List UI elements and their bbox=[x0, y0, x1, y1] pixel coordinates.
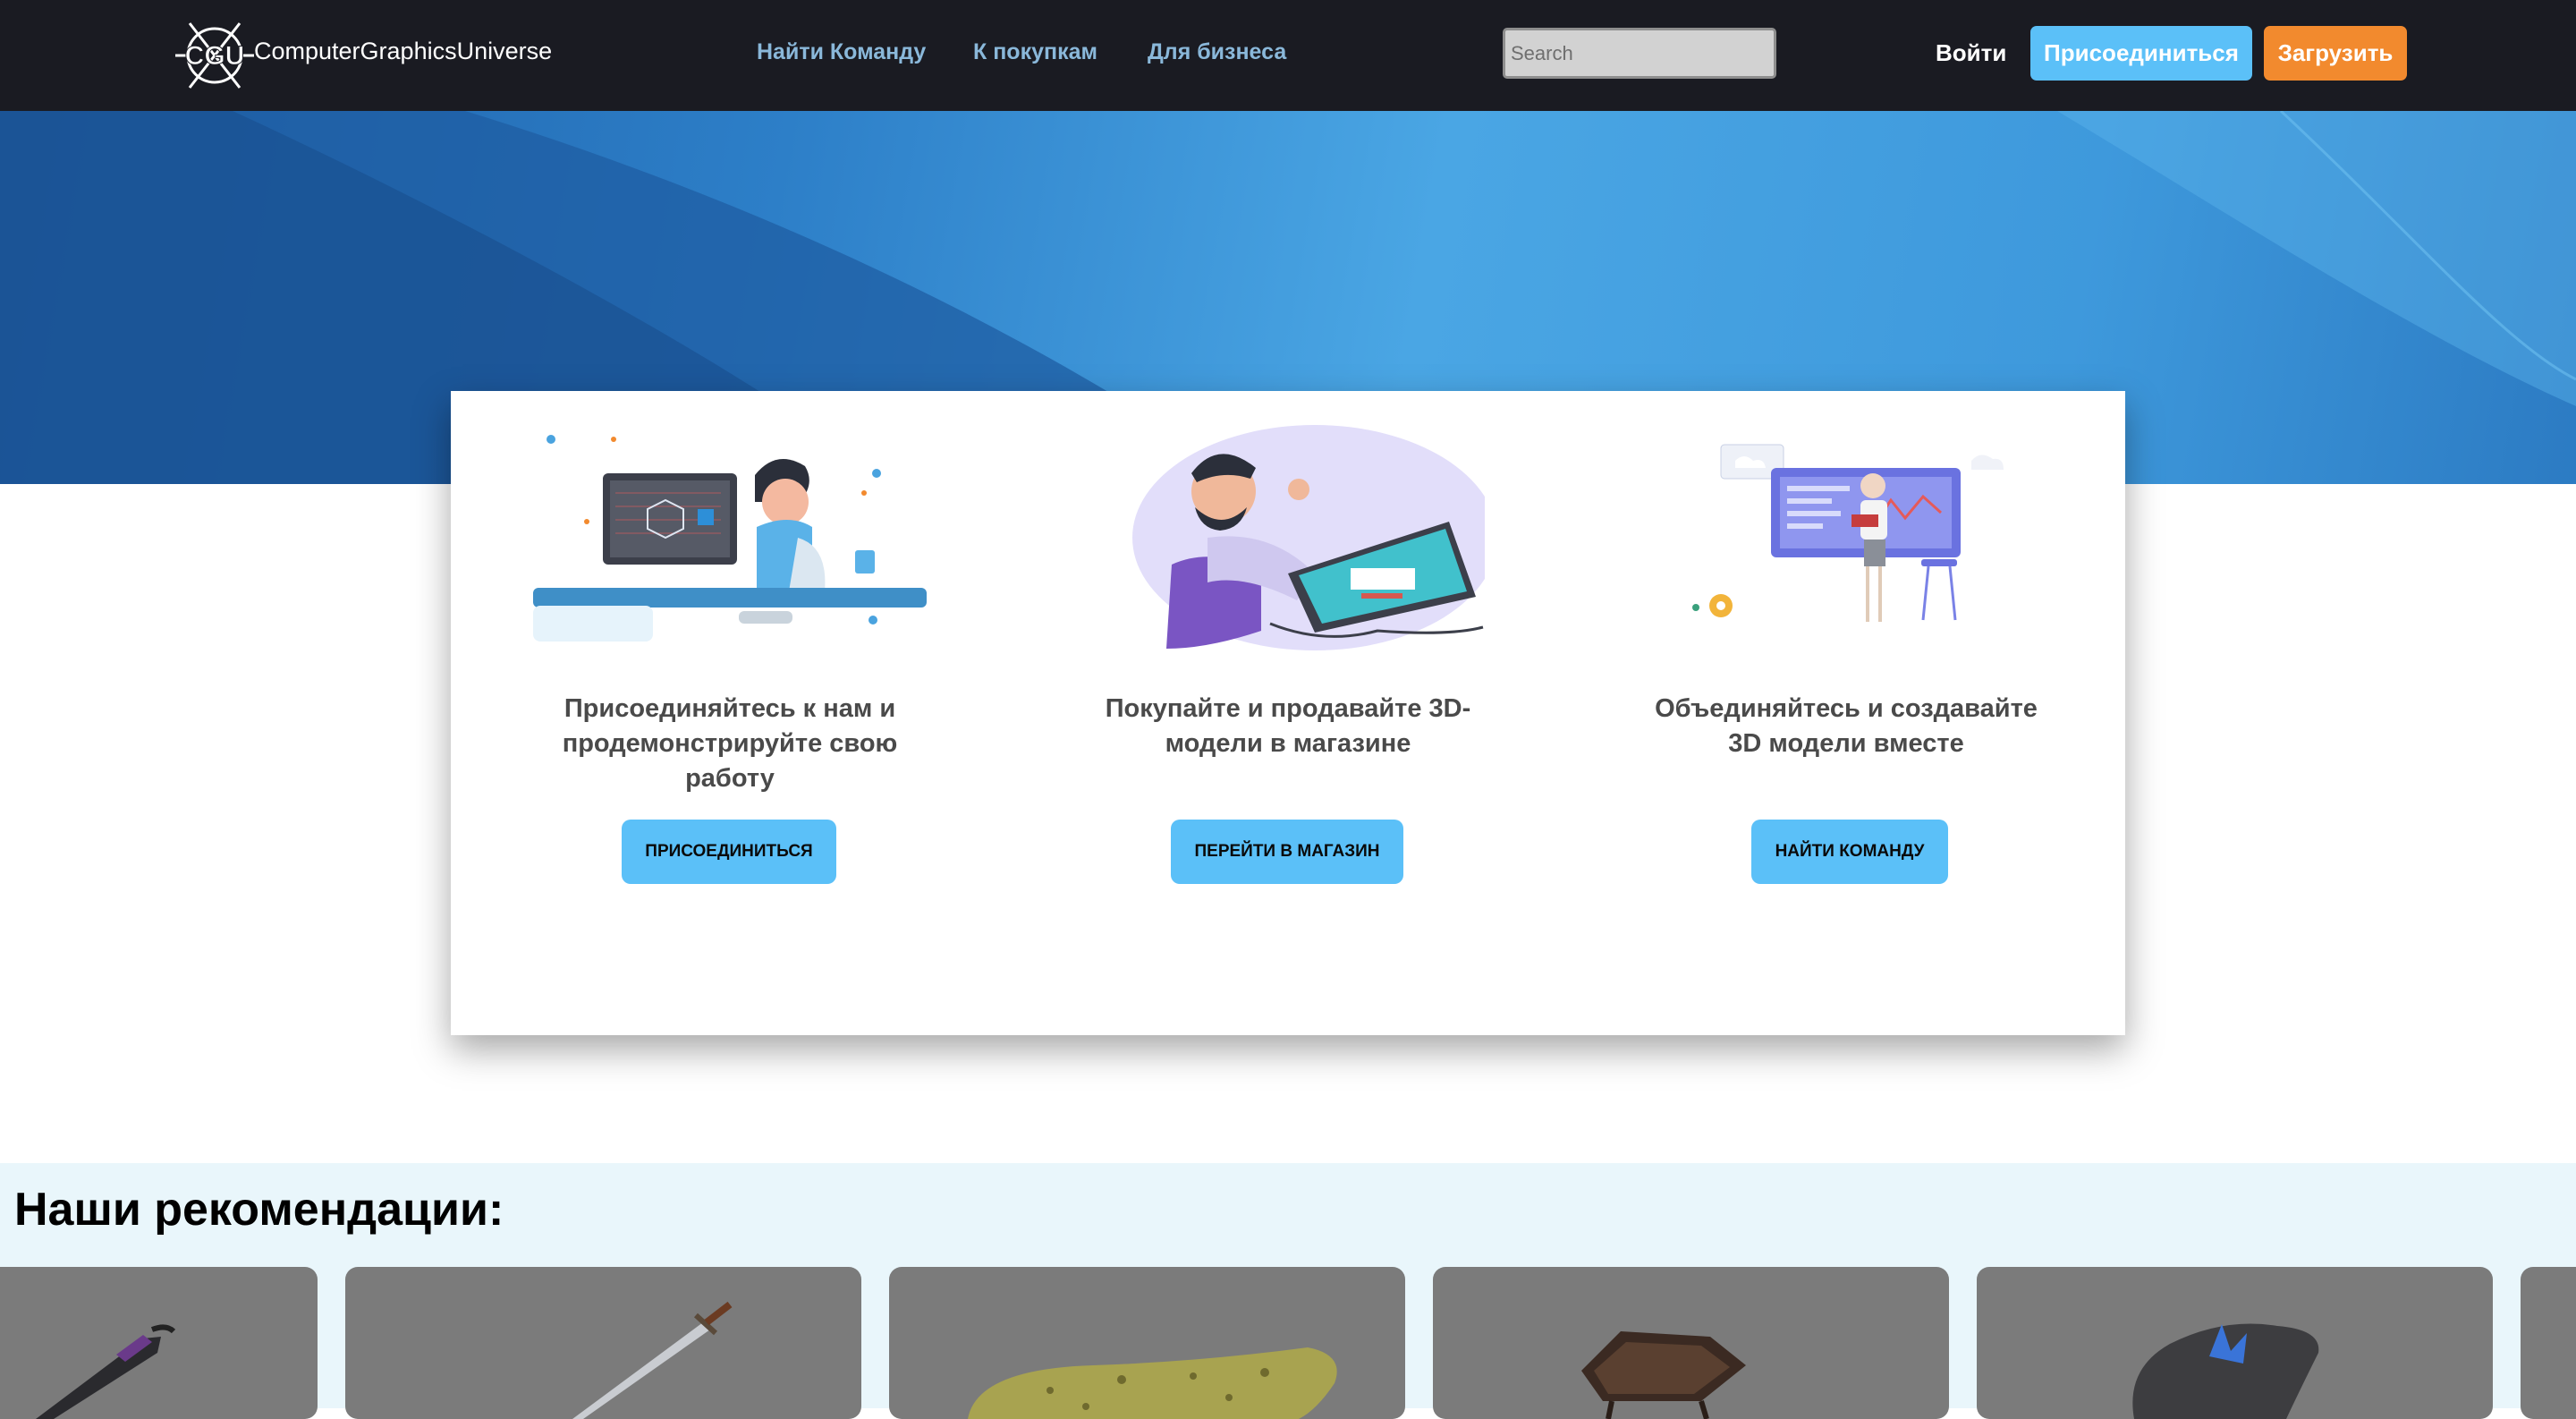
dark-sword-model bbox=[36, 1324, 176, 1419]
model-card-wheelbarrow[interactable] bbox=[1433, 1267, 1949, 1419]
feature-join-button[interactable]: ПРИСОЕДИНИТЬСЯ bbox=[622, 820, 836, 884]
feature-shop-button[interactable]: ПЕРЕЙТИ В МАГАЗИН bbox=[1171, 820, 1403, 884]
model-card-crystal-rock[interactable] bbox=[1977, 1267, 2493, 1419]
features-card: Присоединяйтесь к нам и продемонстрируйт… bbox=[451, 391, 2125, 1035]
feature-join: Присоединяйтесь к нам и продемонстрируйт… bbox=[451, 391, 1009, 1035]
login-link[interactable]: Войти bbox=[1936, 39, 2006, 67]
feature-team-button[interactable]: НАЙТИ КОМАНДУ bbox=[1751, 820, 1948, 884]
nav-business[interactable]: Для бизнеса bbox=[1148, 39, 1286, 65]
top-navbar: CGU ComputerGraphicsUniverse Найти Коман… bbox=[0, 0, 2576, 111]
upload-button[interactable]: Загрузить bbox=[2264, 26, 2407, 81]
model-card-partial[interactable] bbox=[2521, 1267, 2576, 1419]
longsword-model bbox=[572, 1301, 733, 1419]
model-card-dark-sword[interactable] bbox=[0, 1267, 318, 1419]
nav-shop[interactable]: К покупкам bbox=[973, 39, 1097, 65]
wheelbarrow-model bbox=[1581, 1331, 1746, 1419]
nav-find-team[interactable]: Найти Команду bbox=[757, 39, 926, 65]
feature-shop: Покупайте и продавайте 3D-модели в магаз… bbox=[1009, 391, 1567, 1035]
person-at-computer-illustration bbox=[533, 435, 927, 642]
team-dashboard-illustration bbox=[1692, 444, 2004, 622]
cgu-logo-icon[interactable]: CGU bbox=[170, 11, 259, 100]
feature-team-text: Объединяйтесь и создавайте 3D модели вме… bbox=[1655, 694, 2038, 758]
man-with-tablet-illustration bbox=[1132, 425, 1485, 650]
feature-team: Объединяйтесь и создавайте 3D модели вме… bbox=[1567, 391, 2125, 1035]
search-input[interactable] bbox=[1503, 28, 1776, 79]
recommendations-title: Наши рекомендации: bbox=[14, 1184, 504, 1236]
logo-text: CGU bbox=[185, 41, 245, 71]
feature-shop-text: Покупайте и продавайте 3D-модели в магаз… bbox=[1105, 694, 1471, 758]
model-card-longsword[interactable] bbox=[345, 1267, 861, 1419]
pickle-model bbox=[968, 1347, 1337, 1419]
model-card-pickle[interactable] bbox=[889, 1267, 1405, 1419]
brand-name[interactable]: ComputerGraphicsUniverse bbox=[254, 38, 552, 65]
feature-join-text: Присоединяйтесь к нам и продемонстрируйт… bbox=[562, 694, 898, 793]
join-button[interactable]: Присоединиться bbox=[2030, 26, 2252, 81]
crystal-rock-model bbox=[2132, 1323, 2319, 1419]
recommendations-section: Наши рекомендации: bbox=[0, 1163, 2576, 1419]
